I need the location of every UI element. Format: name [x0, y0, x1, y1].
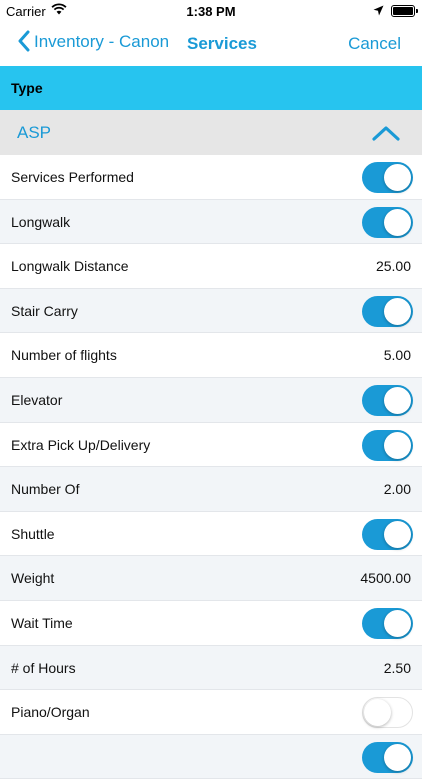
- toggle-knob: [384, 164, 411, 191]
- page-title: Services: [187, 34, 257, 53]
- section-label: ASP: [17, 123, 52, 142]
- toggle-switch[interactable]: [362, 384, 413, 416]
- location-arrow-icon: [373, 4, 384, 19]
- back-button-label: Inventory - Canon: [34, 31, 170, 51]
- toggle-knob: [384, 386, 411, 414]
- row-label: Wait Time: [11, 614, 73, 631]
- toggle-switch[interactable]: [362, 162, 413, 193]
- toggle-knob: [384, 743, 411, 771]
- row-label: Longwalk: [11, 213, 71, 230]
- row-label: Number Of: [11, 481, 80, 498]
- row-label: # of Hours: [11, 659, 76, 676]
- row-value[interactable]: 5.00: [384, 347, 411, 363]
- list-item: Extra Pick Up/Delivery: [0, 423, 422, 468]
- list-item: Elevator: [0, 377, 422, 423]
- row-value[interactable]: 2.50: [384, 660, 411, 676]
- battery-icon: [391, 5, 418, 17]
- list-item: Piano/Organ: [0, 690, 422, 735]
- row-label: Services Performed: [11, 169, 134, 185]
- row-value[interactable]: 25.00: [376, 258, 411, 274]
- list-item: Longwalk Distance 25.00: [0, 244, 422, 289]
- type-header-label: Type: [11, 80, 43, 96]
- list-item: Services Performed: [0, 155, 422, 200]
- row-value[interactable]: 4500.00: [360, 570, 411, 586]
- row-label: Extra Pick Up/Delivery: [11, 436, 151, 453]
- list-item: # of Hours 2.50: [0, 645, 422, 691]
- toggle-knob: [384, 609, 411, 637]
- list-item: Number Of 2.00: [0, 467, 422, 512]
- back-button[interactable]: Inventory - Canon: [18, 30, 169, 52]
- status-bar: Carrier 1:38 PM: [0, 0, 422, 22]
- row-value[interactable]: 2.00: [384, 481, 411, 497]
- toggle-switch[interactable]: [362, 295, 413, 327]
- list-item: Wait Time: [0, 601, 422, 646]
- toggle-switch[interactable]: [362, 607, 413, 639]
- row-label: Weight: [11, 570, 55, 587]
- list-item: Stair Carry: [0, 288, 422, 334]
- toggle-knob: [384, 208, 411, 236]
- toggle-knob: [364, 699, 391, 727]
- toggle-knob: [384, 297, 411, 325]
- toggle-knob: [384, 520, 411, 548]
- row-label: Elevator: [11, 391, 63, 408]
- list-item: Shuttle: [0, 512, 422, 557]
- chevron-up-icon: [372, 125, 400, 146]
- row-label: Shuttle: [11, 525, 55, 542]
- clock-time: 1:38 PM: [186, 4, 236, 19]
- cancel-button[interactable]: Cancel: [348, 34, 401, 54]
- row-label: Stair Carry: [11, 302, 78, 319]
- navigation-bar: Inventory - Canon Services Cancel: [0, 22, 422, 66]
- toggle-switch[interactable]: [362, 206, 413, 238]
- chevron-left-icon: [18, 30, 30, 52]
- list-item: Number of flights 5.00: [0, 333, 422, 378]
- section-header-asp[interactable]: ASP: [0, 110, 422, 155]
- toggle-switch[interactable]: [362, 741, 413, 773]
- toggle-switch[interactable]: [362, 429, 413, 461]
- list-item: Weight 4500.00: [0, 556, 422, 601]
- row-label: Longwalk Distance: [11, 258, 129, 275]
- services-list: Services Performed Longwalk Longwalk Dista…: [0, 155, 422, 779]
- toggle-switch[interactable]: [362, 518, 413, 550]
- toggle-knob: [384, 431, 411, 459]
- row-label: Piano/Organ: [11, 704, 90, 721]
- list-item: Longwalk: [0, 199, 422, 245]
- type-header: Type: [0, 66, 422, 110]
- list-item: [0, 734, 422, 779]
- toggle-switch[interactable]: [362, 697, 413, 729]
- row-label: Number of flights: [11, 347, 117, 364]
